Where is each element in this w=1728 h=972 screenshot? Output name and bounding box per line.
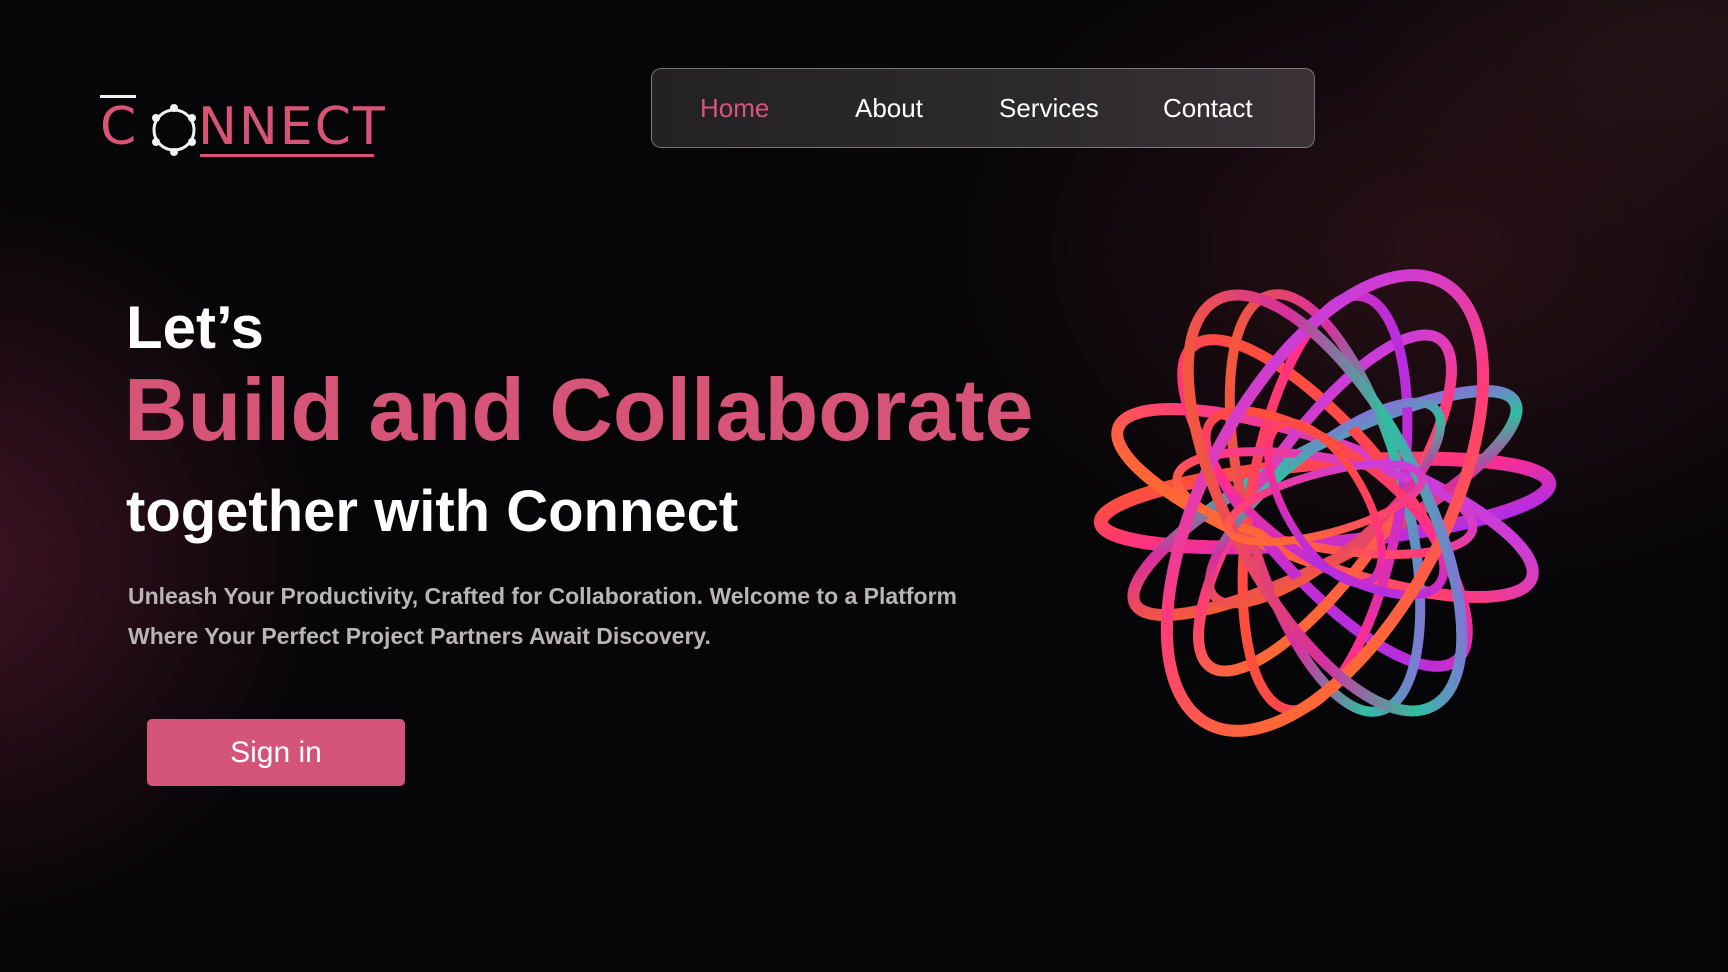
hero-headline: Build and Collaborate [124, 360, 1034, 459]
brand-logo[interactable]: C NNECT [100, 92, 385, 162]
hero-description: Unleash Your Productivity, Crafted for C… [128, 583, 957, 649]
nav-contact-link[interactable]: Contact [1163, 69, 1253, 147]
abstract-ribbon-sphere-icon [1093, 269, 1557, 737]
people-circle-icon [152, 104, 196, 156]
hero-intro: Let’s [126, 294, 264, 361]
hero-subheadline: together with Connect [126, 479, 739, 544]
nav-about-link[interactable]: About [855, 69, 923, 147]
nav-services-link[interactable]: Services [999, 69, 1099, 147]
logo-initial: C [100, 97, 139, 157]
logo-wordmark: NNECT [198, 97, 387, 157]
nav-home-link[interactable]: Home [700, 69, 769, 147]
main-nav: Home About Services Contact [651, 68, 1315, 148]
sign-in-button[interactable]: Sign in [147, 719, 405, 786]
logo-underline [200, 154, 374, 157]
